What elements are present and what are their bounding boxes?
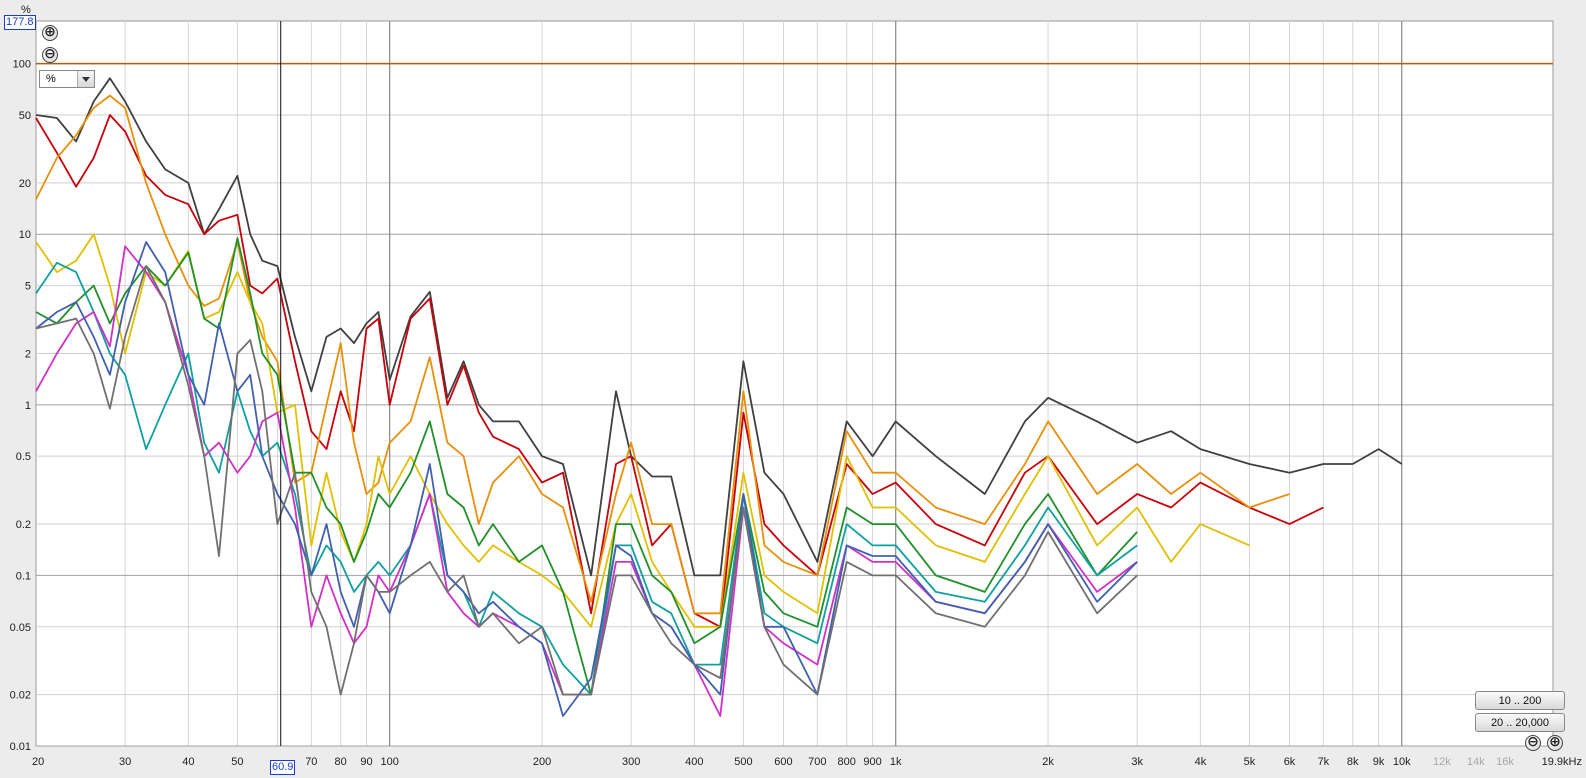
y-tick-label: 0.02	[10, 690, 31, 702]
y-tick-label: 50	[19, 110, 31, 122]
x-tick-label: 200	[533, 756, 551, 768]
x-tick-label: 500	[734, 756, 752, 768]
y-tick-label: 0.05	[10, 622, 31, 634]
cursor-x-readout[interactable]: 60.9	[270, 760, 296, 775]
x-tick-label: 20	[32, 756, 44, 768]
x-tick-label: 4k	[1195, 756, 1207, 768]
x-tick-label: 90	[360, 756, 372, 768]
x-tick-label: 3k	[1131, 756, 1143, 768]
x-tick-label: 40	[182, 756, 194, 768]
x-tick-label: 19.9kHz	[1542, 756, 1582, 768]
y-tick-label: 0.2	[16, 519, 31, 531]
x-tick-label: 900	[863, 756, 881, 768]
x-tick-label: 1k	[890, 756, 902, 768]
y-tick-label: 1	[25, 400, 31, 412]
y-tick-label: 5	[25, 281, 31, 293]
x-tick-label: 50	[231, 756, 243, 768]
x-tick-label: 70	[305, 756, 317, 768]
zoom-out-icon[interactable]: ⊖	[42, 47, 58, 63]
x-tick-label: 7k	[1318, 756, 1330, 768]
y-tick-label: 0.5	[16, 451, 31, 463]
x-zoom-out-icon[interactable]: ⊖	[1525, 735, 1541, 751]
x-tick-label: 600	[774, 756, 792, 768]
x-tick-label: 16k	[1496, 756, 1514, 768]
x-tick-label: 14k	[1467, 756, 1485, 768]
x-tick-label: 2k	[1042, 756, 1054, 768]
x-tick-label: 300	[622, 756, 640, 768]
x-tick-label: 10k	[1393, 756, 1411, 768]
plot-background	[35, 20, 1554, 747]
x-tick-label: 30	[119, 756, 131, 768]
y-max-readout[interactable]: 177.8	[4, 15, 36, 30]
y-axis: 100 50 20 10 5 2 1 0.5 0.2 0.1 0.05 0.02 0.01	[10, 59, 31, 753]
x-zoom-in-icon[interactable]: ⊕	[1547, 735, 1563, 751]
chevron-down-icon[interactable]	[77, 71, 94, 87]
x-tick-label: 6k	[1284, 756, 1296, 768]
x-tick-label: 9k	[1373, 756, 1385, 768]
x-tick-label: 8k	[1347, 756, 1359, 768]
units-select-value: %	[46, 73, 56, 85]
x-tick-label: 12k	[1433, 756, 1451, 768]
units-select[interactable]: %	[39, 70, 95, 88]
y-tick-label: 0.1	[16, 570, 31, 582]
y-tick-label: 100	[13, 59, 31, 71]
x-tick-label: 80	[335, 756, 347, 768]
y-tick-label: 10	[19, 229, 31, 241]
x-tick-label: 800	[838, 756, 856, 768]
x-tick-label: 5k	[1244, 756, 1256, 768]
y-tick-label: 20	[19, 178, 31, 190]
y-tick-label: 0.01	[10, 741, 31, 753]
frequency-chart[interactable]: 100 50 20 10 5 2 1 0.5 0.2 0.1 0.05 0.02 0.01 20 30 40…	[0, 0, 1586, 778]
range-20-20000-button[interactable]: 20 .. 20,000	[1475, 713, 1565, 732]
x-axis: 20 30 40 50 70 80 90 100 200 300 400 500 600 700 800 90…	[32, 756, 1582, 768]
x-tick-label: 100	[381, 756, 399, 768]
y-tick-label: 2	[25, 348, 31, 360]
range-10-200-button[interactable]: 10 .. 200	[1475, 691, 1565, 710]
zoom-in-icon[interactable]: ⊕	[42, 25, 58, 41]
x-tick-label: 700	[808, 756, 826, 768]
x-tick-label: 400	[685, 756, 703, 768]
